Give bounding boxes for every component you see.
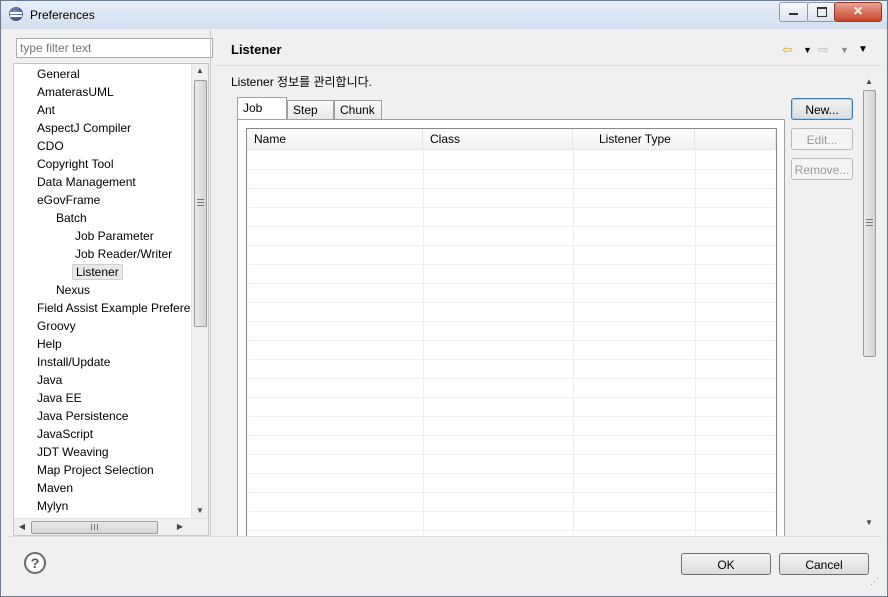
close-icon: ✕ <box>852 4 864 18</box>
tree-item[interactable]: Groovy <box>34 318 79 334</box>
edit-button[interactable]: Edit... <box>791 128 853 150</box>
close-button[interactable]: ✕ <box>834 2 882 22</box>
page-title: Listener <box>231 42 282 57</box>
tree-item[interactable]: AmaterasUML <box>34 84 117 100</box>
tree-item[interactable]: General <box>34 66 83 82</box>
tree-item[interactable]: Nexus <box>53 282 93 298</box>
back-history-dropdown-icon[interactable]: ▼ <box>803 45 812 55</box>
eclipse-icon <box>9 7 23 21</box>
tree-item[interactable]: eGovFrame <box>34 192 103 208</box>
tree-item[interactable]: Listener <box>72 264 123 280</box>
footer-separator <box>9 536 881 537</box>
column-header-listener-type[interactable]: Listener Type <box>573 129 695 149</box>
tree-item[interactable]: JDT Weaving <box>34 444 112 460</box>
table-row-line <box>247 435 776 436</box>
tab-step[interactable]: Step <box>287 100 334 119</box>
tree-item[interactable]: Install/Update <box>34 354 113 370</box>
table-row-line <box>247 397 776 398</box>
maximize-icon <box>817 7 827 17</box>
table-row-line <box>247 492 776 493</box>
tree-item[interactable]: Java Persistence <box>34 408 131 424</box>
table-header: Name Class Listener Type <box>247 129 776 150</box>
tree-item[interactable]: Batch <box>53 210 90 226</box>
tab-chunk[interactable]: Chunk <box>334 100 382 119</box>
tree-horizontal-scrollbar[interactable]: ◀ ▶ <box>14 518 208 535</box>
tree-item[interactable]: AspectJ Compiler <box>34 120 134 136</box>
page-vertical-scrollbar[interactable]: ▲ ▼ <box>861 75 877 532</box>
tree-vertical-scrollbar[interactable]: ▲ ▼ <box>191 64 208 519</box>
table-row-line <box>247 245 776 246</box>
tree-item[interactable]: Java <box>34 372 65 388</box>
table-row-line <box>247 416 776 417</box>
tree-item[interactable]: Copyright Tool <box>34 156 117 172</box>
table-row-line <box>247 454 776 455</box>
table-row-line <box>247 378 776 379</box>
table-row-line <box>247 511 776 512</box>
table-row-line <box>247 473 776 474</box>
page-scroll-thumb[interactable] <box>863 90 876 357</box>
remove-button[interactable]: Remove... <box>791 158 853 180</box>
page-description: Listener 정보를 관리합니다. <box>231 75 373 89</box>
preferences-window: Preferences ✕ General AmaterasUML Ant Aspec… <box>0 0 888 597</box>
tree-item[interactable]: Map Project Selection <box>34 462 157 478</box>
ok-button[interactable]: OK <box>681 553 771 575</box>
maximize-button[interactable] <box>807 2 836 22</box>
tab-job[interactable]: Job <box>237 97 287 119</box>
table-row-line <box>247 340 776 341</box>
table-row-line <box>247 302 776 303</box>
tree-item[interactable]: Mylyn <box>34 498 71 514</box>
filter-input[interactable] <box>16 38 213 58</box>
listener-table[interactable]: Name Class Listener Type <box>246 128 777 537</box>
table-row-line <box>247 283 776 284</box>
horizontal-scroll-thumb[interactable] <box>31 521 158 534</box>
panel-sash[interactable] <box>210 30 211 535</box>
tree-item[interactable]: CDO <box>34 138 67 154</box>
table-row-line <box>247 169 776 170</box>
scroll-up-icon[interactable]: ▲ <box>192 66 208 75</box>
scroll-left-icon[interactable]: ◀ <box>14 519 30 535</box>
resize-grip-icon[interactable]: ⋰ <box>870 576 879 587</box>
cancel-button[interactable]: Cancel <box>779 553 869 575</box>
title-bar[interactable]: Preferences ✕ <box>1 1 887 29</box>
scroll-right-icon[interactable]: ▶ <box>172 519 188 535</box>
tree-item[interactable]: Field Assist Example Prefere <box>34 300 193 316</box>
new-button[interactable]: New... <box>791 98 853 120</box>
table-row-line <box>247 359 776 360</box>
table-row-line <box>247 530 776 531</box>
table-row-line <box>247 226 776 227</box>
tree-item[interactable]: Job Reader/Writer <box>72 246 175 262</box>
minimize-button[interactable] <box>779 2 809 22</box>
column-header-name[interactable]: Name <box>247 129 423 149</box>
preference-page: Listener ⇦ ▼ ⇨ ▼ ▼ Listener 정보를 관리합니다. J… <box>216 30 881 537</box>
table-row-line <box>247 188 776 189</box>
table-row-line <box>247 264 776 265</box>
header-separator <box>216 65 881 66</box>
dialog-client-area: General AmaterasUML Ant AspectJ Compiler CDO… <box>9 30 881 589</box>
tree-item[interactable]: Ant <box>34 102 58 118</box>
back-arrow-icon[interactable]: ⇦ <box>782 42 793 58</box>
tree-item[interactable]: Java EE <box>34 390 85 406</box>
tree-item[interactable]: Help <box>34 336 65 352</box>
tab-content: Name Class Listener Type <box>237 119 785 537</box>
page-scroll-down-icon[interactable]: ▼ <box>861 518 877 527</box>
preference-tree: General AmaterasUML Ant AspectJ Compiler CDO… <box>13 63 209 536</box>
view-menu-icon[interactable]: ▼ <box>858 44 868 55</box>
help-icon[interactable]: ? <box>24 552 46 574</box>
minimize-icon <box>789 13 798 15</box>
tree-item[interactable]: Job Parameter <box>72 228 157 244</box>
scroll-thumb[interactable] <box>194 80 207 327</box>
tree-item[interactable]: Data Management <box>34 174 139 190</box>
scroll-down-icon[interactable]: ▼ <box>192 506 208 515</box>
forward-arrow-icon[interactable]: ⇨ <box>818 42 829 58</box>
column-header-class[interactable]: Class <box>423 129 573 149</box>
window-title: Preferences <box>30 8 95 22</box>
table-row-line <box>247 207 776 208</box>
tree-item[interactable]: JavaScript <box>34 426 96 442</box>
forward-history-dropdown-icon[interactable]: ▼ <box>840 45 849 55</box>
table-row-line <box>247 321 776 322</box>
column-header-extra <box>695 129 776 149</box>
page-scroll-up-icon[interactable]: ▲ <box>861 77 877 86</box>
tree-item[interactable]: Maven <box>34 480 76 496</box>
